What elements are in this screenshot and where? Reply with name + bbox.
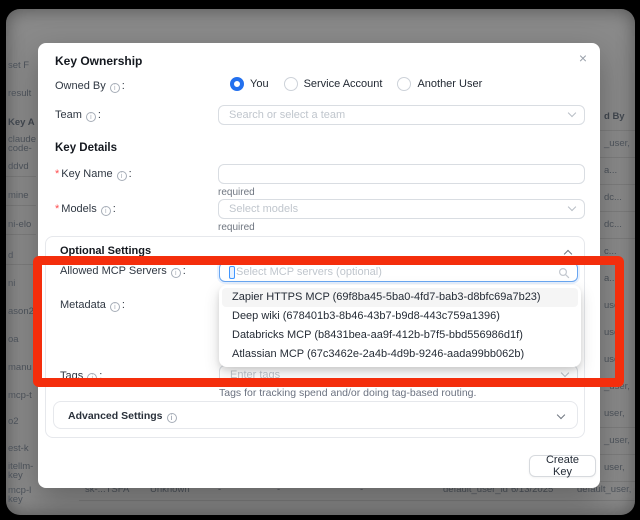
bg-fragment: ddvd — [8, 162, 29, 172]
mcp-option-zapier[interactable]: Zapier HTTPS MCP (69f8ba45-5ba0-4fd7-bab… — [222, 288, 578, 307]
bg-fragment: oa — [8, 335, 19, 345]
bg-fragment: manu — [8, 363, 32, 373]
bg-fragment: user, — [604, 328, 625, 338]
radio-service-account[interactable]: Service Account — [284, 77, 383, 91]
models-required-note: required — [218, 222, 255, 233]
models-label: *Modelsi: — [55, 203, 116, 216]
bg-fragment: code- — [8, 144, 32, 154]
modal-title: Key Ownership — [55, 54, 142, 68]
tags-label: Tagsi: — [60, 370, 102, 383]
key-details-heading: Key Details — [55, 142, 117, 154]
info-icon[interactable]: i — [171, 268, 181, 278]
bg-fragment: key — [8, 471, 23, 481]
radio-unselected-icon — [284, 77, 298, 91]
chevron-down-icon — [557, 411, 565, 419]
bg-fragment: set F — [8, 61, 29, 71]
radio-unselected-icon — [397, 77, 411, 91]
bg-column-header: Key A — [8, 118, 35, 128]
mcp-servers-dropdown: Zapier HTTPS MCP (69f8ba45-5ba0-4fd7-bab… — [219, 285, 581, 367]
info-icon[interactable]: i — [110, 83, 120, 93]
chevron-up-icon — [564, 250, 572, 258]
info-icon[interactable]: i — [117, 171, 127, 181]
create-key-button[interactable]: Create Key — [529, 455, 596, 477]
tags-help-text: Tags for tracking spend and/or doing tag… — [219, 387, 476, 399]
bg-fragment: a... — [604, 166, 617, 176]
bg-fragment: user, — [604, 463, 625, 473]
owned-by-label: Owned Byi: — [55, 80, 125, 93]
mcp-servers-input[interactable]: Select MCP servers (optional) — [219, 262, 578, 282]
info-icon[interactable]: i — [167, 413, 177, 423]
metadata-label: Metadatai: — [60, 299, 125, 312]
bg-fragment: key — [8, 495, 23, 505]
key-name-input[interactable] — [218, 164, 585, 184]
chevron-down-icon — [568, 109, 576, 117]
bg-fragment: ason2 — [8, 307, 34, 317]
key-ownership-modal: Key Ownership × Owned Byi: You Service A… — [38, 43, 600, 488]
radio-another-user[interactable]: Another User — [397, 77, 482, 91]
bg-fragment: user, — [604, 409, 625, 419]
radio-you[interactable]: You — [230, 77, 269, 91]
page-backdrop: set F result Key A claude code- ddvd min… — [6, 9, 635, 515]
chevron-down-icon — [568, 203, 576, 211]
info-icon[interactable]: i — [86, 112, 96, 122]
key-name-label: *Key Namei: — [55, 168, 132, 181]
bg-fragment: dc... — [604, 193, 622, 203]
mcp-option-databricks[interactable]: Databricks MCP (b8431bea-aa9f-412b-b7f5-… — [222, 326, 578, 345]
key-name-required-note: required — [218, 187, 255, 198]
tags-select[interactable]: Enter tags — [219, 365, 578, 384]
bg-column-header: d By — [604, 112, 625, 122]
bg-fragment: _user, — [604, 139, 630, 149]
models-select[interactable]: Select models — [218, 199, 585, 219]
bg-fragment: user, — [604, 355, 625, 365]
chevron-down-icon — [561, 368, 569, 376]
bg-fragment: user, — [604, 301, 625, 311]
bg-fragment: est-k — [8, 444, 29, 454]
info-icon[interactable]: i — [110, 302, 120, 312]
bg-fragment: mine — [8, 191, 29, 201]
radio-selected-icon — [230, 77, 244, 91]
bg-fragment: _user, — [604, 382, 630, 392]
bg-fragment: _user, — [604, 436, 630, 446]
bg-fragment: o2 — [8, 417, 19, 427]
close-icon[interactable]: × — [579, 51, 587, 65]
allowed-mcp-label: Allowed MCP Serversi: — [60, 265, 186, 278]
bg-fragment: a... — [604, 274, 617, 284]
advanced-settings-toggle[interactable]: Advanced Settingsi — [53, 401, 578, 429]
bg-fragment: mcp-t — [8, 391, 32, 401]
team-select[interactable]: Search or select a team — [218, 105, 585, 125]
info-icon[interactable]: i — [87, 373, 97, 383]
bg-fragment: c... — [604, 247, 617, 257]
owned-by-radio-group: You Service Account Another User — [230, 77, 482, 91]
team-label: Teami: — [55, 109, 101, 122]
bg-fragment: result — [8, 89, 31, 99]
bg-fragment: ni — [8, 279, 15, 289]
mcp-option-deep-wiki[interactable]: Deep wiki (678401b3-8b46-43b7-b9d8-443c7… — [222, 307, 578, 326]
info-icon[interactable]: i — [101, 206, 111, 216]
bg-fragment: d — [8, 251, 13, 261]
mcp-option-atlassian[interactable]: Atlassian MCP (67c3462e-2a4b-4d9b-9246-a… — [222, 345, 578, 364]
search-icon — [558, 267, 570, 279]
bg-fragment: ni-elo — [8, 220, 31, 230]
bg-fragment: dc... — [604, 220, 622, 230]
optional-settings-toggle[interactable]: Optional Settings — [60, 245, 151, 257]
